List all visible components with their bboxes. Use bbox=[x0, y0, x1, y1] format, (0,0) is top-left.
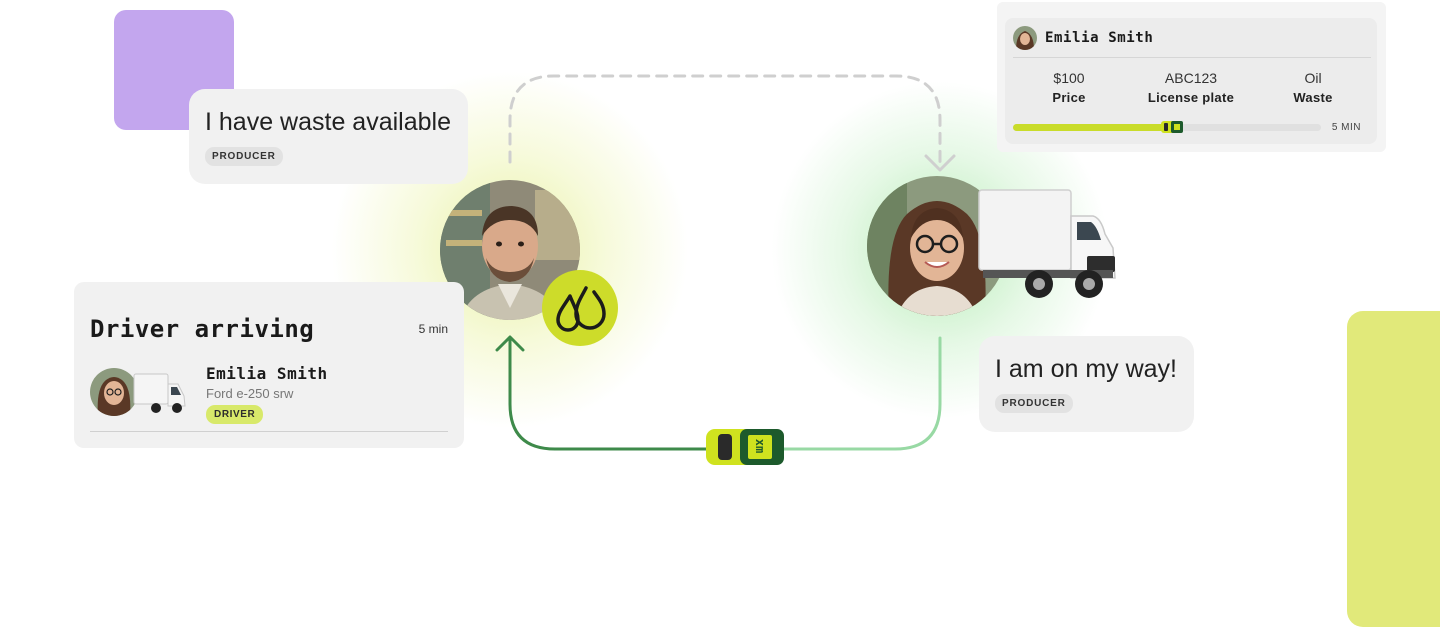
oil-drops-icon bbox=[542, 270, 618, 346]
stat-price: $100 Price bbox=[1009, 70, 1129, 105]
trip-info-card[interactable]: Emilia Smith $100 Price ABC123 License p… bbox=[1005, 18, 1377, 144]
trip-info-panel: Emilia Smith $100 Price ABC123 License p… bbox=[997, 2, 1386, 152]
producer-role-tag: PRODUCER bbox=[205, 147, 283, 166]
arrival-eta: 5 min bbox=[418, 322, 448, 336]
dashed-request-route bbox=[508, 74, 942, 170]
producer-message-text: I have waste available bbox=[205, 108, 451, 136]
driver-message-text: I am on my way! bbox=[995, 355, 1177, 383]
price-value: $100 bbox=[1053, 70, 1085, 86]
trip-eta: 5 MIN bbox=[1331, 122, 1361, 133]
license-plate-label: License plate bbox=[1147, 90, 1235, 105]
box-truck-icon bbox=[132, 372, 188, 416]
trip-driver-name: Emilia Smith bbox=[1045, 30, 1154, 46]
producer-message-card: I have waste available PRODUCER bbox=[189, 89, 468, 184]
taxi-car-icon: xm bbox=[704, 426, 786, 468]
driver-message-card: I am on my way! PRODUCER bbox=[979, 336, 1194, 432]
license-plate-value: ABC123 bbox=[1164, 70, 1218, 86]
waste-value: Oil bbox=[1304, 70, 1322, 86]
arrival-vehicle: Ford e-250 srw bbox=[206, 386, 294, 401]
driver-role-badge: DRIVER bbox=[206, 405, 264, 424]
trip-driver-avatar bbox=[1013, 26, 1037, 50]
arrival-title: Driver arriving bbox=[90, 315, 315, 343]
price-label: Price bbox=[1052, 90, 1086, 105]
stat-license-plate: ABC123 License plate bbox=[1131, 70, 1251, 105]
driver-role-tag: PRODUCER bbox=[995, 394, 1073, 413]
progress-car-icon bbox=[1160, 119, 1184, 135]
arrival-driver-avatar bbox=[90, 368, 138, 416]
card-divider bbox=[1013, 57, 1371, 58]
driver-arriving-card[interactable]: Driver arriving 5 min Emilia Smith Ford … bbox=[74, 282, 464, 448]
stat-waste: Oil Waste bbox=[1253, 70, 1373, 105]
waste-label: Waste bbox=[1293, 90, 1333, 105]
trip-progress-fill bbox=[1013, 124, 1183, 131]
arrival-driver-name: Emilia Smith bbox=[206, 364, 328, 383]
card-divider bbox=[90, 431, 448, 432]
box-truck-icon bbox=[975, 186, 1117, 306]
car-logo: xm bbox=[753, 438, 767, 454]
trip-progress-track bbox=[1013, 121, 1321, 133]
